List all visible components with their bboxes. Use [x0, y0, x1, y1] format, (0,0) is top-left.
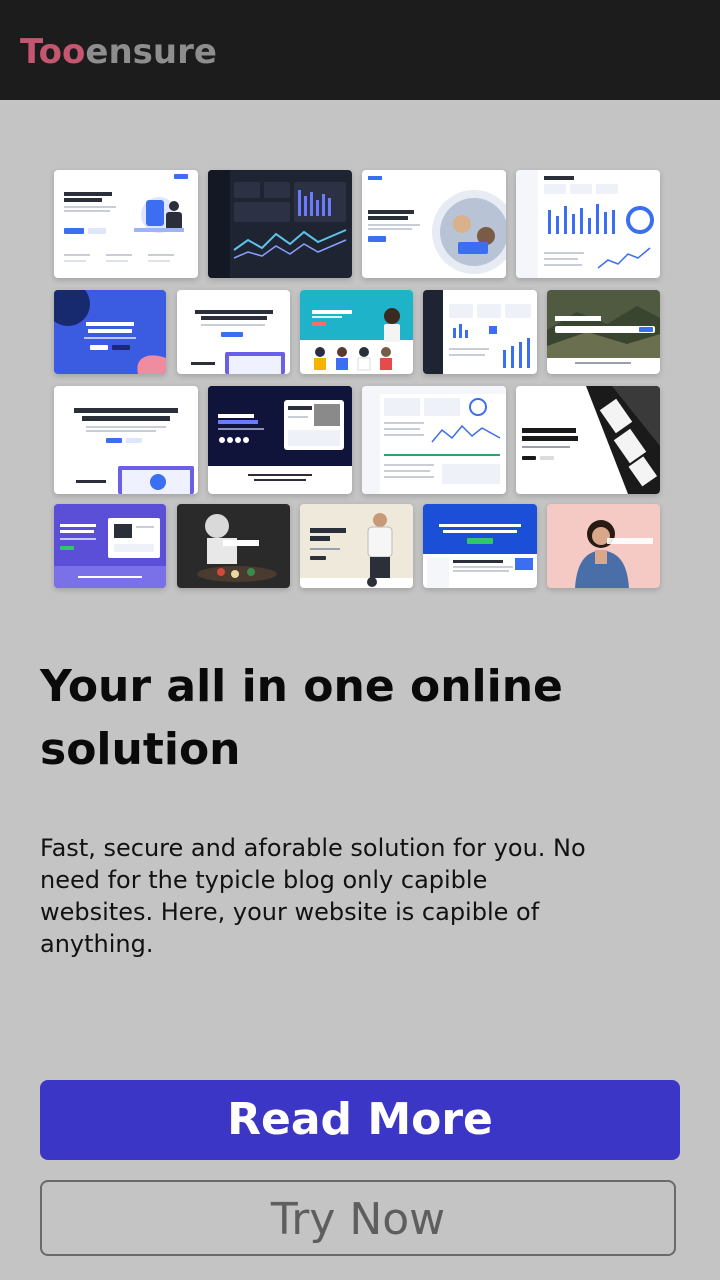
template-collage [40, 160, 680, 600]
headline: Your all in one online solution [40, 661, 563, 775]
logo-part-2: ensure [85, 32, 217, 72]
thumb-dark-landing [208, 386, 352, 494]
thumb-saas [177, 290, 290, 374]
read-more-button[interactable]: Read More [40, 1080, 680, 1160]
thumb-expert [516, 386, 660, 494]
thumb-saas-2 [54, 386, 198, 494]
thumb-docs [423, 504, 537, 588]
top-bar: Tooensure [0, 0, 720, 100]
thumb-dark-dashboard [208, 170, 352, 278]
thumb-dark-dashboard-2 [423, 290, 537, 374]
thumb-denim [547, 504, 660, 588]
thumb-landing [54, 170, 198, 278]
brand-logo[interactable]: Tooensure [20, 30, 217, 74]
thumb-travel [547, 290, 660, 374]
thumb-admin-light [362, 386, 506, 494]
try-now-button[interactable]: Try Now [40, 1180, 676, 1256]
description: Fast, secure and aforable solution for y… [40, 834, 586, 958]
logo-part-1: Too [20, 32, 86, 72]
thumb-dashboard [516, 170, 660, 278]
thumb-purple-app [54, 504, 166, 588]
thumb-fashion [300, 504, 413, 588]
thumb-startup [362, 170, 506, 278]
thumb-shop [300, 290, 413, 374]
thumb-restaurant [177, 504, 290, 588]
thumb-blue-hero [54, 290, 166, 374]
